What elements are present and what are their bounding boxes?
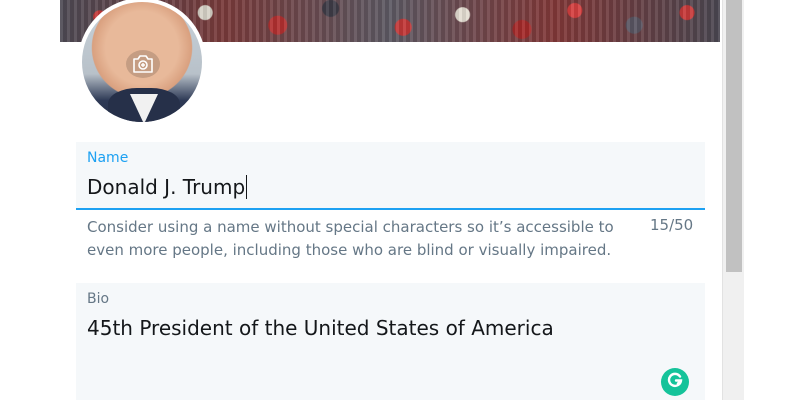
scrollbar-thumb[interactable] xyxy=(726,0,742,272)
name-char-counter: 15/50 xyxy=(650,216,694,234)
grammarly-button[interactable] xyxy=(661,368,689,396)
change-avatar-button[interactable] xyxy=(126,50,160,78)
scrollbar-track[interactable] xyxy=(722,0,745,400)
name-input[interactable]: Donald J. Trump xyxy=(87,175,248,199)
name-field-label: Name xyxy=(87,150,129,166)
grammarly-icon xyxy=(666,371,684,393)
bio-field-label: Bio xyxy=(87,291,110,307)
bio-field[interactable]: Bio 45th President of the United States … xyxy=(76,283,705,400)
text-caret xyxy=(246,175,248,199)
page-gutter xyxy=(744,0,800,400)
camera-plus-icon xyxy=(132,55,154,73)
name-field[interactable]: Name Donald J. Trump xyxy=(76,142,705,210)
name-helper-text: Consider using a name without special ch… xyxy=(87,218,614,259)
name-input-value: Donald J. Trump xyxy=(87,175,246,199)
bio-input[interactable]: 45th President of the United States of A… xyxy=(87,316,554,340)
